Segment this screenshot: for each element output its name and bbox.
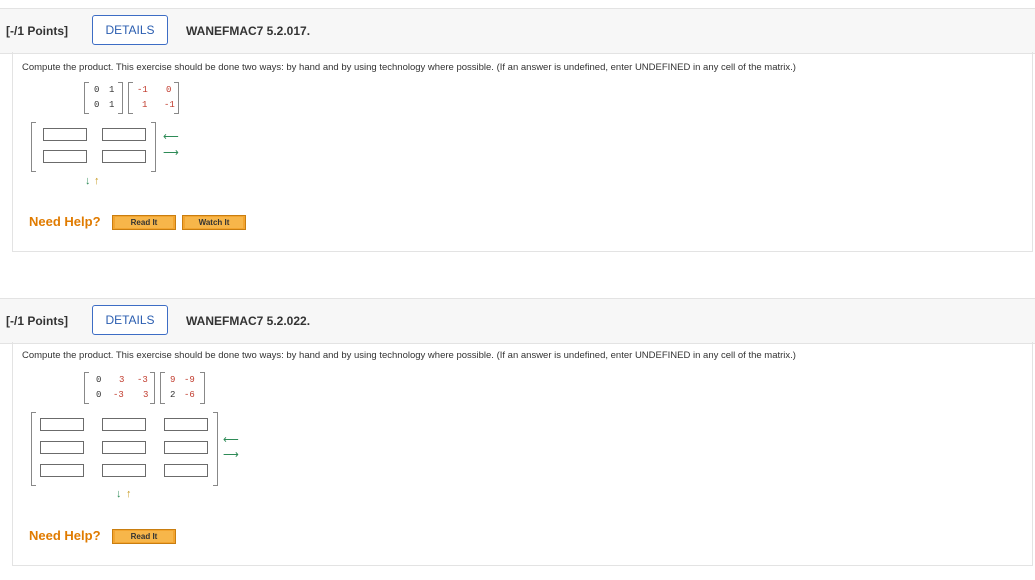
answer-cell-input[interactable]: [102, 464, 146, 477]
matrix-a-cell: -3: [137, 375, 148, 385]
question-code: WANEFMAC7 5.2.017.: [186, 24, 311, 38]
given-matrices: 0 1 0 1 -1 0 1 -1: [84, 82, 214, 122]
add-column-icon[interactable]: ⟶: [223, 450, 239, 461]
points-label: [-/1 Points]: [6, 24, 68, 38]
answer-bracket-right: [213, 412, 218, 486]
points-label: [-/1 Points]: [6, 314, 68, 328]
read-it-button[interactable]: Read It: [112, 529, 176, 544]
matrix-b-cell: -6: [184, 390, 195, 400]
watch-it-button[interactable]: Watch It: [182, 215, 246, 230]
answer-cell-input[interactable]: [164, 441, 208, 454]
delete-row-icon[interactable]: ↑: [94, 176, 100, 187]
answer-cell-input[interactable]: [43, 150, 87, 163]
watch-it-label: Watch It: [198, 218, 230, 227]
answer-cell-input[interactable]: [43, 128, 87, 141]
question-1-header: [-/1 Points] DETAILS WANEFMAC7 5.2.017.: [0, 8, 1035, 54]
matrix-a-cell: 1: [109, 85, 115, 95]
question-code: WANEFMAC7 5.2.022.: [186, 314, 311, 328]
matrix-a-cell: -3: [113, 390, 124, 400]
matrix-a-cell: 3: [143, 390, 149, 400]
matrix-b-cell: 1: [142, 100, 148, 110]
answer-bracket-right: [151, 122, 156, 172]
given-matrices: 0 3 -3 0 -3 3 9 -9 2 -6: [84, 372, 234, 412]
add-column-icon[interactable]: ⟶: [163, 148, 179, 159]
read-it-label: Read It: [130, 218, 158, 227]
add-row-icon[interactable]: ↓: [85, 176, 91, 187]
read-it-label: Read It: [130, 532, 158, 541]
matrix-a-cell: 0: [94, 85, 100, 95]
matrix-a-cell: 3: [119, 375, 125, 385]
matrix-a-cell: 0: [96, 390, 102, 400]
answer-bracket-left: [31, 412, 36, 486]
answer-cell-input[interactable]: [40, 441, 84, 454]
question-prompt: Compute the product. This exercise shoul…: [22, 350, 796, 361]
answer-cell-input[interactable]: [102, 441, 146, 454]
read-it-button[interactable]: Read It: [112, 215, 176, 230]
question-2-body: Compute the product. This exercise shoul…: [12, 342, 1033, 566]
matrix-a-cell: 0: [96, 375, 102, 385]
details-button[interactable]: DETAILS: [92, 305, 168, 335]
answer-bracket-left: [31, 122, 36, 172]
delete-column-icon[interactable]: ⟵: [163, 132, 179, 143]
matrix-b-cell: -9: [184, 375, 195, 385]
answer-cell-input[interactable]: [164, 418, 208, 431]
need-help-label: Need Help?: [29, 214, 101, 229]
answer-cell-input[interactable]: [40, 418, 84, 431]
answer-cell-input[interactable]: [102, 128, 146, 141]
question-prompt: Compute the product. This exercise shoul…: [22, 62, 796, 73]
answer-cell-input[interactable]: [164, 464, 208, 477]
matrix-a-cell: 0: [94, 100, 100, 110]
answer-cell-input[interactable]: [102, 418, 146, 431]
matrix-b-cell: 9: [170, 375, 176, 385]
delete-column-icon[interactable]: ⟵: [223, 435, 239, 446]
need-help-label: Need Help?: [29, 528, 101, 543]
question-1-body: Compute the product. This exercise shoul…: [12, 52, 1033, 252]
add-row-icon[interactable]: ↓: [116, 489, 122, 500]
question-2-header: [-/1 Points] DETAILS WANEFMAC7 5.2.022.: [0, 298, 1035, 344]
matrix-a-cell: 1: [109, 100, 115, 110]
delete-row-icon[interactable]: ↑: [126, 489, 132, 500]
matrix-b-cell: -1: [137, 85, 148, 95]
matrix-b-cell: 0: [166, 85, 172, 95]
details-button[interactable]: DETAILS: [92, 15, 168, 45]
matrix-b-cell: 2: [170, 390, 176, 400]
answer-cell-input[interactable]: [102, 150, 146, 163]
answer-cell-input[interactable]: [40, 464, 84, 477]
